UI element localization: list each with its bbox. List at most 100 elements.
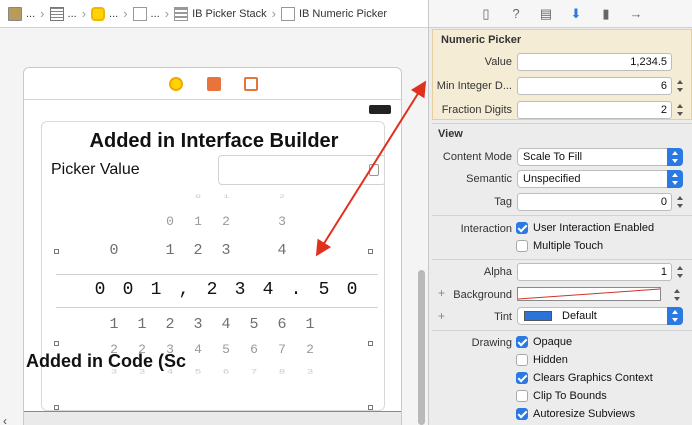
user-interaction-checkbox[interactable]: User Interaction Enabled [516,222,654,234]
alpha-stepper[interactable] [675,263,685,281]
chevron-right-icon: › [123,6,128,21]
picker-digit: 4 [262,280,274,300]
section-title: View [438,128,463,140]
value-field[interactable]: 1,234.5 [517,53,672,71]
hidden-checkbox[interactable]: Hidden [516,354,568,366]
connections-icon[interactable]: → [629,6,643,21]
checkbox-unchecked-icon [516,354,528,366]
view-icon [132,6,147,21]
picker-digit: 2 [278,193,285,200]
checkbox-unchecked-icon [516,240,528,252]
tag-stepper[interactable] [675,193,685,211]
selection-handle[interactable] [54,341,59,346]
picker-digit: 1 [222,193,229,200]
multiple-touch-checkbox[interactable]: Multiple Touch [516,240,603,252]
first-responder-icon[interactable] [207,77,221,91]
fraction-digits-stepper[interactable] [675,101,685,119]
canvas-scrollbar[interactable] [418,270,425,425]
value-label: Value [484,56,512,68]
no-color-icon [518,288,660,300]
picker-digit: 5 [222,342,230,357]
breadcrumb-item-numeric-picker[interactable]: IB Numeric Picker [280,6,387,21]
fraction-digits-label: Fraction Digits [441,104,512,116]
picker-value-field[interactable] [218,155,384,185]
clip-to-bounds-checkbox[interactable]: Clip To Bounds [516,390,607,402]
chevron-right-icon: › [81,6,87,21]
selection-handle[interactable] [368,249,373,254]
opaque-checkbox[interactable]: Opaque [516,336,572,348]
divider [432,330,692,331]
exit-icon[interactable] [244,77,258,91]
storyboard-canvas[interactable]: ... › ... › ... › ... › IB Picker Stack … [0,0,428,425]
picker-row: 0 1 2 [100,194,380,206]
background-label: Background [453,289,512,301]
breadcrumb-item-picker-stack[interactable]: IB Picker Stack › [174,6,276,21]
selection-handle[interactable] [368,405,373,410]
content-mode-value: Scale To Fill [523,151,583,163]
selection-handle[interactable] [368,341,373,346]
checkbox-unchecked-icon [516,390,528,402]
stack-divider [24,411,401,425]
min-integer-field[interactable]: 6 [517,77,672,95]
divider [432,215,692,216]
chevron-right-icon: › [40,6,45,21]
help-icon[interactable]: ? [509,6,523,21]
breadcrumb-item-storyboard[interactable]: ... › [8,6,45,21]
picker-digit: 0 [109,242,119,259]
picker-digit [156,194,184,206]
picker-digit [100,194,128,206]
numeric-picker[interactable]: 012 0123 01234 001,234.50 11234561 22345… [42,192,384,410]
view-controller-icon[interactable] [169,77,183,91]
stack-view-icon [174,6,189,21]
tag-field[interactable]: 0 [517,193,672,211]
autoresize-checkbox[interactable]: Autoresize Subviews [516,408,635,420]
divider [432,123,692,124]
background-color-swatch[interactable] [517,287,661,301]
breadcrumb-label: ... [109,7,119,20]
divider [432,259,692,260]
selection-handle[interactable] [54,405,59,410]
attributes-icon[interactable]: ⬇ [569,6,583,21]
picker-row: 0 1 2 3 [100,214,380,236]
size-icon[interactable]: ▮ [599,6,613,21]
picker-digit: 2 [222,214,230,229]
fraction-digits-field[interactable]: 2 [517,101,672,119]
tag-label: Tag [494,196,512,208]
checkbox-label: Opaque [533,336,573,348]
picker-digit: 0 [166,214,174,229]
picker-digit [240,214,268,236]
selection-handle[interactable] [54,249,59,254]
picker-digit: , [178,280,190,300]
content-mode-popup[interactable]: Scale To Fill [517,148,683,166]
checkbox-label: User Interaction Enabled [533,222,655,234]
breadcrumb-item-view[interactable]: ... › [132,6,169,21]
checkbox-checked-icon [516,222,528,234]
breadcrumb-label: ... [26,7,36,20]
file-icon[interactable]: ▯ [479,6,493,21]
breadcrumb-item-scene[interactable]: ... › [49,6,87,21]
plus-icon[interactable]: + [438,309,445,323]
min-integer-stepper[interactable] [675,77,685,95]
checkbox-label: Clears Graphics Context [533,372,653,384]
interaction-label: Interaction [460,223,512,235]
alpha-field[interactable]: 1 [517,263,672,281]
identity-icon[interactable]: ▤ [539,6,553,21]
plus-icon[interactable]: + [438,286,445,300]
picker-digit: 2 [306,342,314,357]
breadcrumb-label: IB Picker Stack [192,7,267,20]
picker-digit: 2 [193,242,203,259]
chevron-updown-icon [667,148,683,166]
picker-digit: 1 [194,214,202,229]
clears-graphics-checkbox[interactable]: Clears Graphics Context [516,372,653,384]
picker-digit: 4 [221,316,231,333]
min-integer-label: Min Integer D... [436,80,512,92]
semantic-popup[interactable]: Unspecified [517,170,683,188]
checkbox-checked-icon [516,336,528,348]
picker-digit: 5 [318,280,330,300]
background-popup-arrow[interactable] [672,286,682,304]
alpha-label: Alpha [483,266,512,278]
scene-dock [24,68,401,100]
picker-digit [240,194,268,206]
breadcrumb-item-view-controller[interactable]: ... › [91,6,128,21]
picker-digit: 2 [165,316,175,333]
